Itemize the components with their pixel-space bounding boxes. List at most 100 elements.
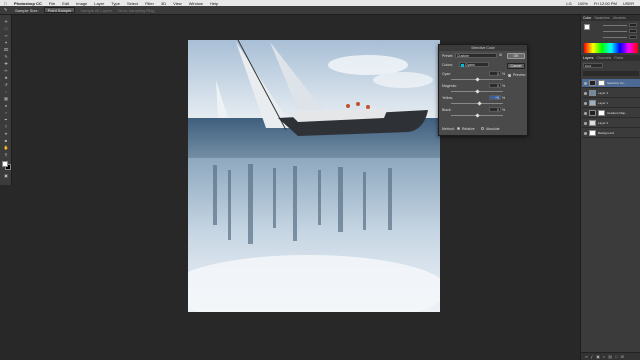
visibility-eye-icon[interactable] <box>584 121 587 125</box>
tab-layers[interactable]: Layers <box>583 56 594 60</box>
ok-button[interactable]: OK <box>507 53 525 59</box>
marquee-icon[interactable]: □ <box>3 26 9 31</box>
gradient-icon[interactable]: ▩ <box>3 96 9 101</box>
menu-layer[interactable]: Layer <box>94 1 104 6</box>
visibility-eye-icon[interactable] <box>584 101 587 105</box>
menu-3d[interactable]: 3D <box>161 1 166 6</box>
type-icon[interactable]: T <box>3 124 9 129</box>
color-slider-g[interactable] <box>603 29 637 33</box>
tab-color[interactable]: Color <box>583 16 591 20</box>
app-menu[interactable]: Photoshop CC <box>14 1 42 6</box>
apple-icon[interactable]:  <box>4 1 7 6</box>
visibility-eye-icon[interactable] <box>584 91 587 95</box>
adjustment-icon[interactable]: ◐ <box>603 354 605 359</box>
stamp-icon[interactable]: ♣ <box>3 75 9 80</box>
menu-filter[interactable]: Filter <box>145 1 154 6</box>
layer-item[interactable]: Selective Co.. <box>582 79 640 88</box>
yellow-slider-knob[interactable] <box>477 101 482 106</box>
yellow-value[interactable]: +5 <box>489 95 501 100</box>
magenta-slider[interactable] <box>451 89 503 94</box>
visibility-eye-icon[interactable] <box>584 111 587 115</box>
link-icon[interactable]: ∞ <box>585 354 588 359</box>
preview-label[interactable]: Preview <box>513 73 525 77</box>
heal-icon[interactable]: ✚ <box>3 61 9 66</box>
rectangle-icon[interactable]: ■ <box>3 138 9 143</box>
folder-icon[interactable]: ▤ <box>608 354 612 359</box>
lasso-icon[interactable]: ∞ <box>3 33 9 38</box>
color-slider-b[interactable] <box>603 35 637 39</box>
eyedropper-icon[interactable]: ✎ <box>3 54 9 59</box>
menu-select[interactable]: Select <box>127 1 138 6</box>
menu-view[interactable]: View <box>173 1 182 6</box>
menu-edit[interactable]: Edit <box>62 1 69 6</box>
quick-mask-icon[interactable]: ▣ <box>3 173 9 178</box>
preset-dropdown[interactable]: Custom <box>455 53 497 58</box>
sample-size-dropdown[interactable]: Point Sample <box>43 7 76 13</box>
status-clock[interactable]: Fri 12:00 PM <box>594 1 617 6</box>
black-slider[interactable] <box>451 113 503 118</box>
color-slider-r[interactable] <box>603 23 637 27</box>
zoom-icon[interactable]: ⚲ <box>3 152 9 157</box>
dialog-title[interactable]: Selective Color <box>439 45 527 51</box>
status-lg[interactable]: LG <box>566 1 571 6</box>
layer-item[interactable]: Layer 1 <box>582 99 640 108</box>
hand-icon[interactable]: ✋ <box>3 145 9 150</box>
preset-options-icon[interactable]: ⚙ <box>499 53 502 57</box>
path-select-icon[interactable]: ➤ <box>3 131 9 136</box>
status-battery[interactable]: 100% <box>578 1 588 6</box>
dodge-icon[interactable]: ○ <box>3 110 9 115</box>
tab-channels[interactable]: Channels <box>597 56 612 60</box>
menu-help[interactable]: Help <box>210 1 218 6</box>
black-value[interactable]: 0 <box>489 107 501 112</box>
absolute-radio[interactable] <box>481 127 484 130</box>
menu-type[interactable]: Type <box>111 1 120 6</box>
sample-all-layers[interactable]: Sample All Layers <box>80 8 112 13</box>
preview-checkbox[interactable] <box>508 74 511 77</box>
colors-dropdown[interactable]: Cyans <box>459 62 489 67</box>
crop-icon[interactable]: ⌧ <box>3 47 9 52</box>
absolute-label[interactable]: Absolute <box>486 127 500 131</box>
menu-window[interactable]: Window <box>189 1 203 6</box>
magenta-slider-knob[interactable] <box>474 89 480 94</box>
blur-icon[interactable]: ● <box>3 103 9 108</box>
eraser-icon[interactable]: ▫ <box>3 89 9 94</box>
cyan-slider-knob[interactable] <box>474 77 480 82</box>
fg-color-chip[interactable] <box>584 24 590 30</box>
color-spectrum-bar[interactable] <box>584 43 638 53</box>
relative-radio[interactable] <box>457 127 460 130</box>
layer-item[interactable]: Background <box>582 129 640 138</box>
layer-blend-controls[interactable] <box>583 71 639 76</box>
pen-icon[interactable]: ✒ <box>3 117 9 122</box>
history-brush-icon[interactable]: ↺ <box>3 82 9 87</box>
new-layer-icon[interactable]: □ <box>615 354 617 359</box>
magenta-value[interactable]: 0 <box>489 83 501 88</box>
relative-label[interactable]: Relative <box>462 127 475 131</box>
eyedropper-tool-icon[interactable]: ✎ <box>4 7 10 13</box>
mask-icon[interactable]: ▣ <box>596 354 600 359</box>
layer-kind-filter[interactable]: Kind <box>583 63 603 68</box>
quick-select-icon[interactable]: ✦ <box>3 40 9 45</box>
visibility-eye-icon[interactable] <box>584 81 587 85</box>
tab-paths[interactable]: Paths <box>614 56 623 60</box>
layer-item[interactable]: Layer 2 <box>582 119 640 128</box>
move-icon[interactable]: ✛ <box>3 19 9 24</box>
status-user[interactable]: USER <box>623 1 634 6</box>
show-sampling-ring[interactable]: Show Sampling Ring <box>117 8 154 13</box>
cyan-slider[interactable] <box>451 77 503 82</box>
layer-item[interactable]: Gradient Map.. <box>582 109 640 118</box>
menu-image[interactable]: Image <box>76 1 87 6</box>
foreground-color-swatch[interactable] <box>2 161 8 167</box>
layer-item[interactable]: Layer 3 <box>582 89 640 98</box>
cancel-button[interactable]: Cancel <box>507 63 525 69</box>
black-slider-knob[interactable] <box>474 113 480 118</box>
brush-icon[interactable]: ✏ <box>3 68 9 73</box>
fx-icon[interactable]: ƒ <box>591 354 593 359</box>
cyan-value[interactable]: 0 <box>489 71 501 76</box>
document-canvas[interactable] <box>188 40 440 312</box>
trash-icon[interactable]: ☒ <box>621 354 625 359</box>
tab-libraries[interactable]: Libraries <box>613 16 626 20</box>
visibility-eye-icon[interactable] <box>584 131 587 135</box>
menu-file[interactable]: File <box>49 1 55 6</box>
yellow-slider[interactable] <box>451 101 503 106</box>
tab-swatches[interactable]: Swatches <box>594 16 609 20</box>
